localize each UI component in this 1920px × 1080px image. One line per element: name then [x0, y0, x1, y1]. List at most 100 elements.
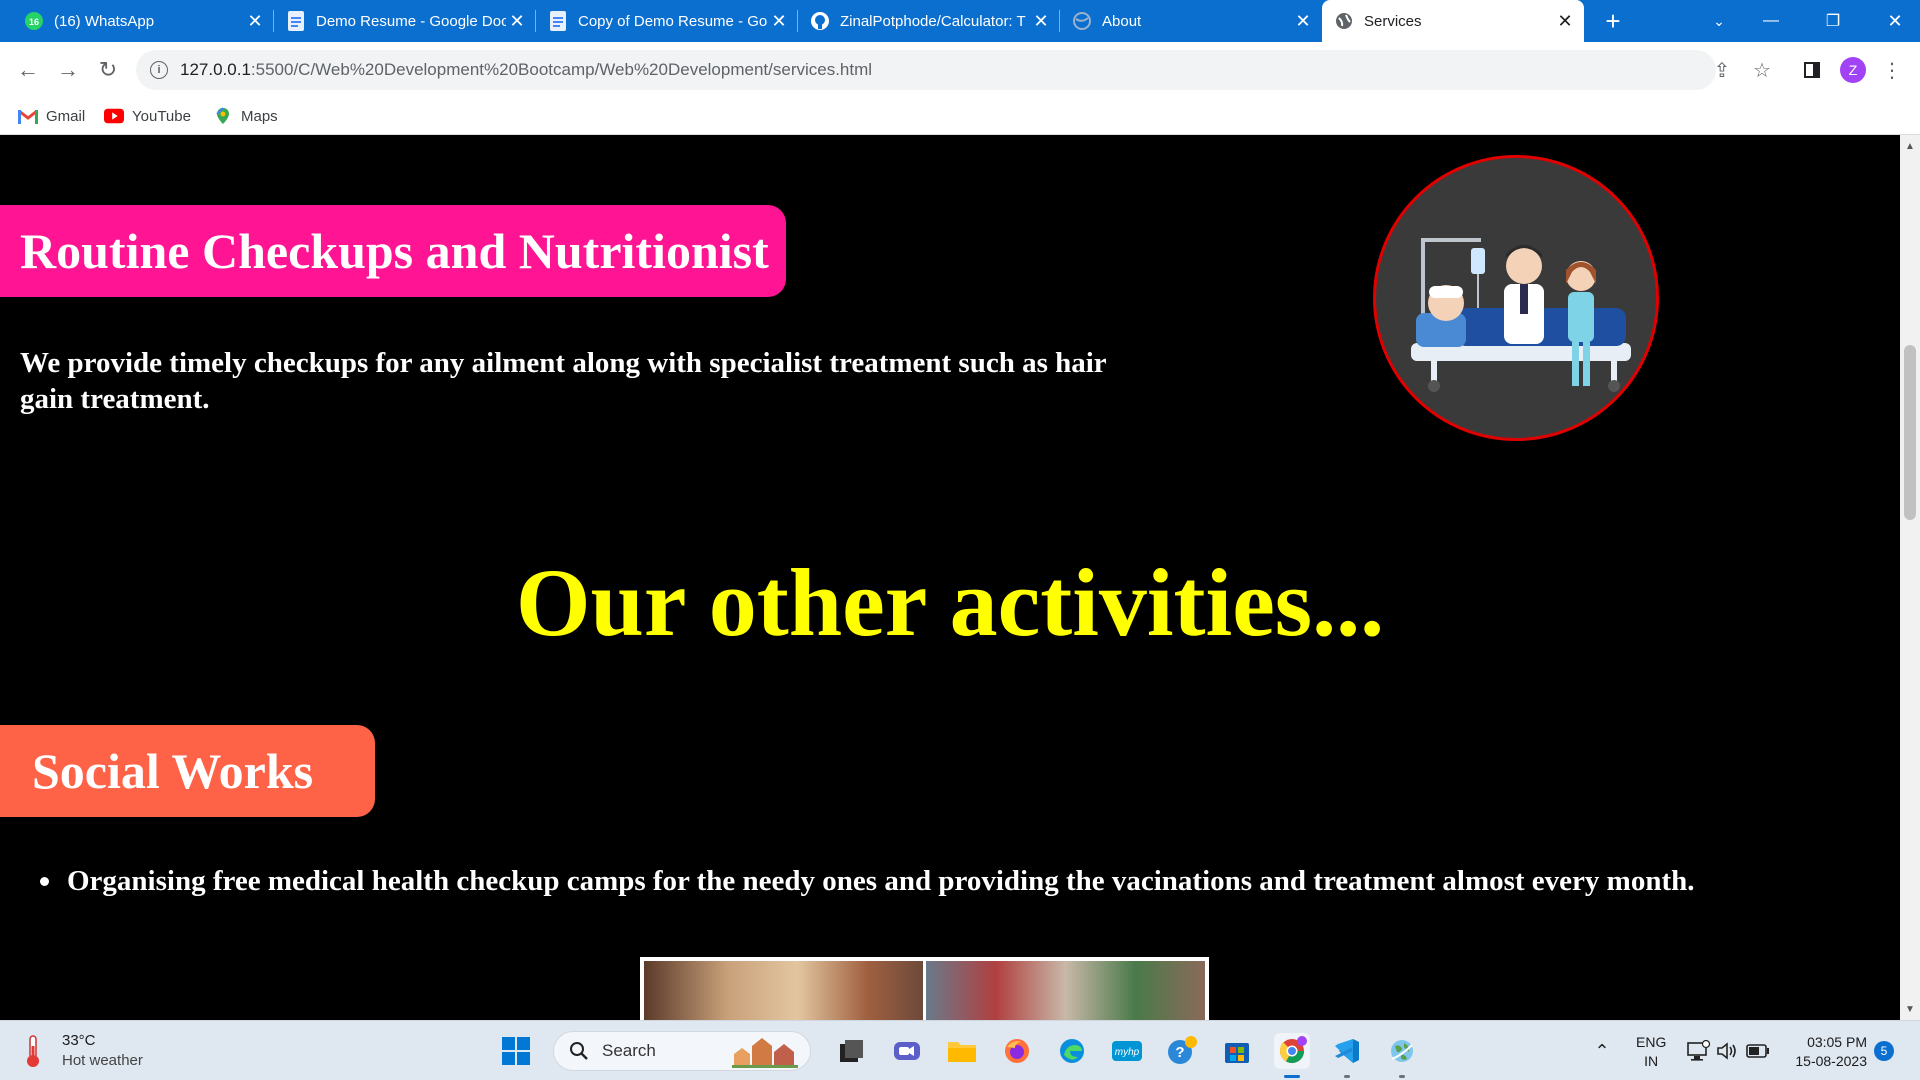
taskbar-clock[interactable]: 03:05 PM 15-08-2023 — [1785, 1033, 1867, 1071]
windows-start-icon[interactable] — [498, 1033, 534, 1069]
thermometer-icon — [27, 1035, 39, 1067]
camp-photo-right — [923, 961, 1205, 1020]
close-tab-icon[interactable]: ✕ — [1292, 10, 1314, 32]
weather-widget[interactable]: 33°C Hot weather — [22, 1031, 143, 1071]
myhp-icon[interactable]: myhp — [1109, 1033, 1145, 1069]
section-title-social-works: Social Works — [0, 725, 375, 817]
close-tab-icon[interactable]: ✕ — [506, 10, 528, 32]
minimize-icon[interactable]: — — [1748, 0, 1794, 42]
close-tab-icon[interactable]: ✕ — [768, 10, 790, 32]
bookmark-gmail[interactable]: Gmail — [18, 104, 85, 128]
tab-title: ZinalPotphode/Calculator: T — [840, 12, 1026, 30]
taskbar-search[interactable]: Search — [553, 1031, 811, 1071]
vscode-icon[interactable] — [1329, 1033, 1365, 1069]
camp-photo-left — [644, 961, 923, 1020]
hospital-illustration-image — [1373, 155, 1659, 441]
teams-meet-icon[interactable] — [889, 1033, 925, 1069]
chrome-active-indicator — [1284, 1075, 1300, 1078]
gmail-icon — [18, 108, 38, 124]
back-icon[interactable]: ← — [12, 54, 44, 86]
bookmark-youtube[interactable]: YouTube — [104, 104, 191, 128]
edge-icon[interactable] — [1054, 1033, 1090, 1069]
browser-chrome: 16 (16) WhatsApp ✕ Demo Resume - Google … — [0, 0, 1920, 135]
tab-services[interactable]: Services ✕ — [1322, 0, 1584, 42]
tab-whatsapp[interactable]: 16 (16) WhatsApp ✕ — [12, 0, 274, 42]
tab-strip: 16 (16) WhatsApp ✕ Demo Resume - Google … — [0, 0, 1920, 42]
restore-icon[interactable]: ❐ — [1810, 0, 1856, 42]
firefox-icon[interactable] — [999, 1033, 1035, 1069]
page-scrollbar[interactable]: ▲ ▼ — [1900, 135, 1920, 1020]
share-icon[interactable]: ⇪ — [1707, 55, 1737, 85]
close-tab-icon[interactable]: ✕ — [1554, 10, 1576, 32]
tab-title: About — [1102, 12, 1142, 30]
search-label: Search — [602, 1041, 656, 1060]
language-indicator[interactable]: ENG IN — [1636, 1033, 1666, 1071]
scroll-up-icon[interactable]: ▲ — [1900, 137, 1920, 155]
tab-search-icon[interactable]: ⌄ — [1696, 0, 1742, 42]
bookmark-maps[interactable]: Maps — [213, 104, 278, 128]
tab-title: Copy of Demo Resume - Google Docs — [578, 12, 768, 30]
lang-region: IN — [1644, 1053, 1659, 1069]
close-tab-icon[interactable]: ✕ — [244, 10, 266, 32]
medical-camp-photo — [640, 957, 1209, 1020]
notification-badge[interactable]: 5 — [1874, 1041, 1894, 1061]
microsoft-store-icon[interactable] — [1219, 1033, 1255, 1069]
bullet-dot — [40, 877, 49, 886]
section-title-routine-checkups: Routine Checkups and Nutritionist — [0, 205, 786, 297]
list-item-text: Organising free medical health checkup c… — [67, 865, 1695, 897]
site-info-icon[interactable]: i — [150, 61, 168, 79]
bookmark-label: Gmail — [46, 107, 86, 125]
file-explorer-icon[interactable] — [944, 1033, 980, 1069]
tab-copy-demo-resume[interactable]: Copy of Demo Resume - Google Docs ✕ — [536, 0, 798, 42]
weather-temp: 33°C — [62, 1032, 96, 1049]
reload-icon[interactable]: ↻ — [92, 54, 124, 86]
help-icon[interactable]: ? — [1164, 1033, 1200, 1069]
url-text: 127.0.0.1:5500/C/Web%20Development%20Boo… — [180, 60, 872, 80]
tab-about[interactable]: About ✕ — [1060, 0, 1322, 42]
chevron-up-icon[interactable]: ⌃ — [1584, 1033, 1620, 1069]
list-item: Organising free medical health checkup c… — [40, 865, 1694, 898]
whatsapp-icon: 16 — [24, 11, 44, 31]
bookmark-star-icon[interactable]: ☆ — [1747, 55, 1777, 85]
google-docs-icon — [286, 11, 306, 31]
maps-icon — [213, 107, 233, 124]
close-window-icon[interactable]: ✕ — [1872, 0, 1918, 42]
side-panel-icon[interactable] — [1797, 55, 1827, 85]
youtube-icon — [104, 108, 124, 124]
scroll-down-icon[interactable]: ▼ — [1900, 1000, 1920, 1018]
close-tab-icon[interactable]: ✕ — [1030, 10, 1052, 32]
tab-github-calculator[interactable]: ZinalPotphode/Calculator: T ✕ — [798, 0, 1060, 42]
google-docs-icon — [548, 11, 568, 31]
address-bar[interactable]: i 127.0.0.1:5500/C/Web%20Development%20B… — [136, 50, 1716, 90]
globe-running-indicator — [1399, 1075, 1405, 1078]
activities-heading: Our other activities... — [515, 549, 1385, 656]
chrome-icon[interactable] — [1274, 1033, 1310, 1069]
battery-icon[interactable] — [1740, 1033, 1776, 1069]
web-page: Routine Checkups and Nutritionist We pro… — [0, 135, 1900, 1020]
profile-avatar[interactable]: Z — [1840, 57, 1866, 83]
globe-icon — [1072, 11, 1092, 31]
tab-title: (16) WhatsApp — [54, 12, 155, 30]
task-view-icon[interactable] — [834, 1033, 870, 1069]
url-path: :5500/C/Web%20Development%20Bootcamp/Web… — [250, 60, 873, 79]
github-icon — [810, 11, 830, 31]
url-host: 127.0.0.1 — [180, 60, 251, 79]
lang-code: ENG — [1636, 1034, 1667, 1050]
forward-icon[interactable]: → — [52, 54, 84, 86]
svg-text:?: ? — [1175, 1044, 1184, 1061]
scrollbar-thumb[interactable] — [1904, 345, 1916, 520]
clock-time: 03:05 PM — [1807, 1034, 1867, 1050]
new-tab-button[interactable]: + — [1598, 6, 1628, 36]
globe-app-icon[interactable] — [1384, 1033, 1420, 1069]
clock-date: 15-08-2023 — [1795, 1053, 1867, 1069]
search-icon — [568, 1040, 590, 1062]
address-toolbar: ← → ↻ i 127.0.0.1:5500/C/Web%20Developme… — [0, 42, 1920, 98]
bookmark-label: Maps — [241, 107, 278, 125]
search-highlight-icon — [732, 1038, 798, 1068]
tab-demo-resume[interactable]: Demo Resume - Google Docs ✕ — [274, 0, 536, 42]
tab-title: Services — [1364, 12, 1422, 30]
menu-kebab-icon[interactable]: ⋮ — [1877, 55, 1907, 85]
globe-icon — [1334, 11, 1354, 31]
vscode-running-indicator — [1344, 1075, 1350, 1078]
bookmarks-bar: Gmail YouTube Maps — [0, 98, 1920, 135]
